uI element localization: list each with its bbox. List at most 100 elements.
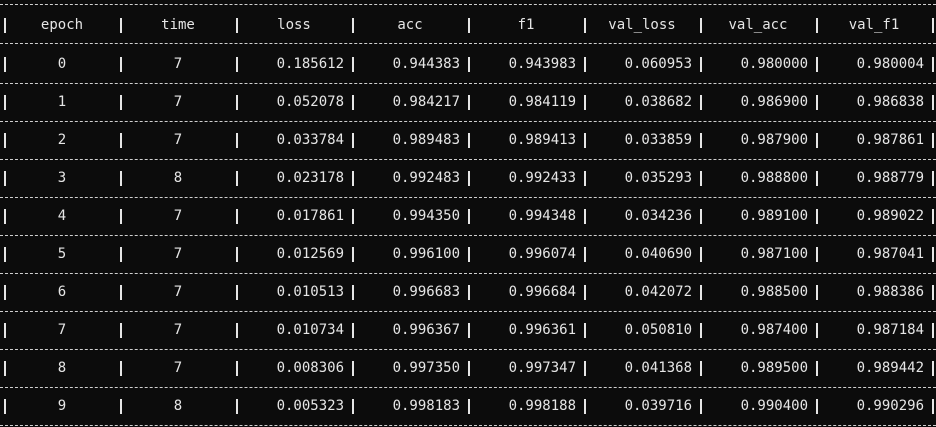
cell-val-loss: 0.060953	[624, 56, 692, 72]
column-pipe	[932, 247, 934, 262]
cell-epoch: 1	[57, 94, 67, 110]
cell-time: 7	[173, 132, 183, 148]
cell-time: 8	[173, 398, 183, 414]
column-header-f1: f1	[517, 17, 535, 33]
cell-loss: 0.012569	[276, 246, 344, 262]
cell-acc: 0.996683	[392, 284, 460, 300]
cell-val-acc: 0.989500	[740, 360, 808, 376]
cell-f1: 0.989413	[508, 132, 576, 148]
cell-f1: 0.994348	[508, 208, 576, 224]
cell-val-acc: 0.988500	[740, 284, 808, 300]
dashed-separator	[0, 425, 936, 426]
cell-val-acc: 0.990400	[740, 398, 808, 414]
cell-f1: 0.996361	[508, 322, 576, 338]
cell-val-f1: 0.980004	[856, 56, 924, 72]
column-pipe	[932, 399, 934, 414]
column-header-epoch: epoch	[40, 17, 84, 33]
cell-val-f1: 0.987041	[856, 246, 924, 262]
cell-val-loss: 0.041368	[624, 360, 692, 376]
cell-epoch: 7	[57, 322, 67, 338]
cell-acc: 0.984217	[392, 94, 460, 110]
cell-acc: 0.996100	[392, 246, 460, 262]
cell-f1: 0.992433	[508, 170, 576, 186]
cell-epoch: 9	[57, 398, 67, 414]
cell-val-loss: 0.034236	[624, 208, 692, 224]
cell-epoch: 2	[57, 132, 67, 148]
dashed-separator	[0, 349, 936, 350]
cell-val-loss: 0.035293	[624, 170, 692, 186]
cell-loss: 0.010734	[276, 322, 344, 338]
cell-loss: 0.010513	[276, 284, 344, 300]
cell-epoch: 0	[57, 56, 67, 72]
cell-loss: 0.017861	[276, 208, 344, 224]
dashed-separator	[0, 273, 936, 274]
cell-loss: 0.008306	[276, 360, 344, 376]
column-pipe	[932, 361, 934, 376]
cell-f1: 0.943983	[508, 56, 576, 72]
cell-val-acc: 0.980000	[740, 56, 808, 72]
dashed-separator	[0, 387, 936, 388]
cell-val-acc: 0.989100	[740, 208, 808, 224]
cell-epoch: 6	[57, 284, 67, 300]
column-pipe	[932, 323, 934, 338]
cell-acc: 0.994350	[392, 208, 460, 224]
cell-acc: 0.997350	[392, 360, 460, 376]
cell-val-acc: 0.988800	[740, 170, 808, 186]
cell-time: 7	[173, 208, 183, 224]
column-pipe	[932, 285, 934, 300]
cell-epoch: 3	[57, 170, 67, 186]
column-pipe	[932, 133, 934, 148]
cell-acc: 0.998183	[392, 398, 460, 414]
cell-val-f1: 0.987184	[856, 322, 924, 338]
dashed-separator	[0, 311, 936, 312]
column-header-loss: loss	[277, 17, 311, 33]
column-header-time: time	[161, 17, 195, 33]
cell-acc: 0.944383	[392, 56, 460, 72]
cell-epoch: 8	[57, 360, 67, 376]
cell-val-loss: 0.040690	[624, 246, 692, 262]
cell-time: 7	[173, 94, 183, 110]
cell-acc: 0.992483	[392, 170, 460, 186]
cell-val-loss: 0.039716	[624, 398, 692, 414]
cell-val-acc: 0.987400	[740, 322, 808, 338]
cell-f1: 0.997347	[508, 360, 576, 376]
cell-time: 8	[173, 170, 183, 186]
cell-val-acc: 0.986900	[740, 94, 808, 110]
cell-f1: 0.996074	[508, 246, 576, 262]
cell-time: 7	[173, 56, 183, 72]
cell-val-loss: 0.042072	[624, 284, 692, 300]
dashed-separator	[0, 197, 936, 198]
column-pipe	[932, 57, 934, 72]
cell-time: 7	[173, 284, 183, 300]
cell-val-f1: 0.986838	[856, 94, 924, 110]
dashed-separator	[0, 4, 936, 5]
cell-acc: 0.989483	[392, 132, 460, 148]
column-header-val-acc: val_acc	[728, 17, 788, 33]
cell-f1: 0.996684	[508, 284, 576, 300]
cell-val-loss: 0.033859	[624, 132, 692, 148]
terminal-output: epoch time loss acc f1 val_loss val_acc val_f1 0…	[0, 0, 936, 427]
cell-val-f1: 0.988386	[856, 284, 924, 300]
dashed-separator	[0, 121, 936, 122]
cell-f1: 0.984119	[508, 94, 576, 110]
dashed-separator	[0, 159, 936, 160]
column-header-acc: acc	[397, 17, 423, 33]
cell-time: 7	[173, 322, 183, 338]
cell-loss: 0.033784	[276, 132, 344, 148]
cell-val-f1: 0.988779	[856, 170, 924, 186]
cell-val-f1: 0.987861	[856, 132, 924, 148]
dashed-separator	[0, 235, 936, 236]
cell-time: 7	[173, 360, 183, 376]
cell-val-loss: 0.038682	[624, 94, 692, 110]
cell-loss: 0.185612	[276, 56, 344, 72]
cell-acc: 0.996367	[392, 322, 460, 338]
cell-val-f1: 0.989022	[856, 208, 924, 224]
column-pipe	[932, 18, 934, 33]
cell-val-acc: 0.987100	[740, 246, 808, 262]
column-header-val-loss: val_loss	[608, 17, 676, 33]
cell-time: 7	[173, 246, 183, 262]
cell-loss: 0.005323	[276, 398, 344, 414]
column-pipe	[932, 171, 934, 186]
column-pipe	[932, 95, 934, 110]
cell-loss: 0.052078	[276, 94, 344, 110]
